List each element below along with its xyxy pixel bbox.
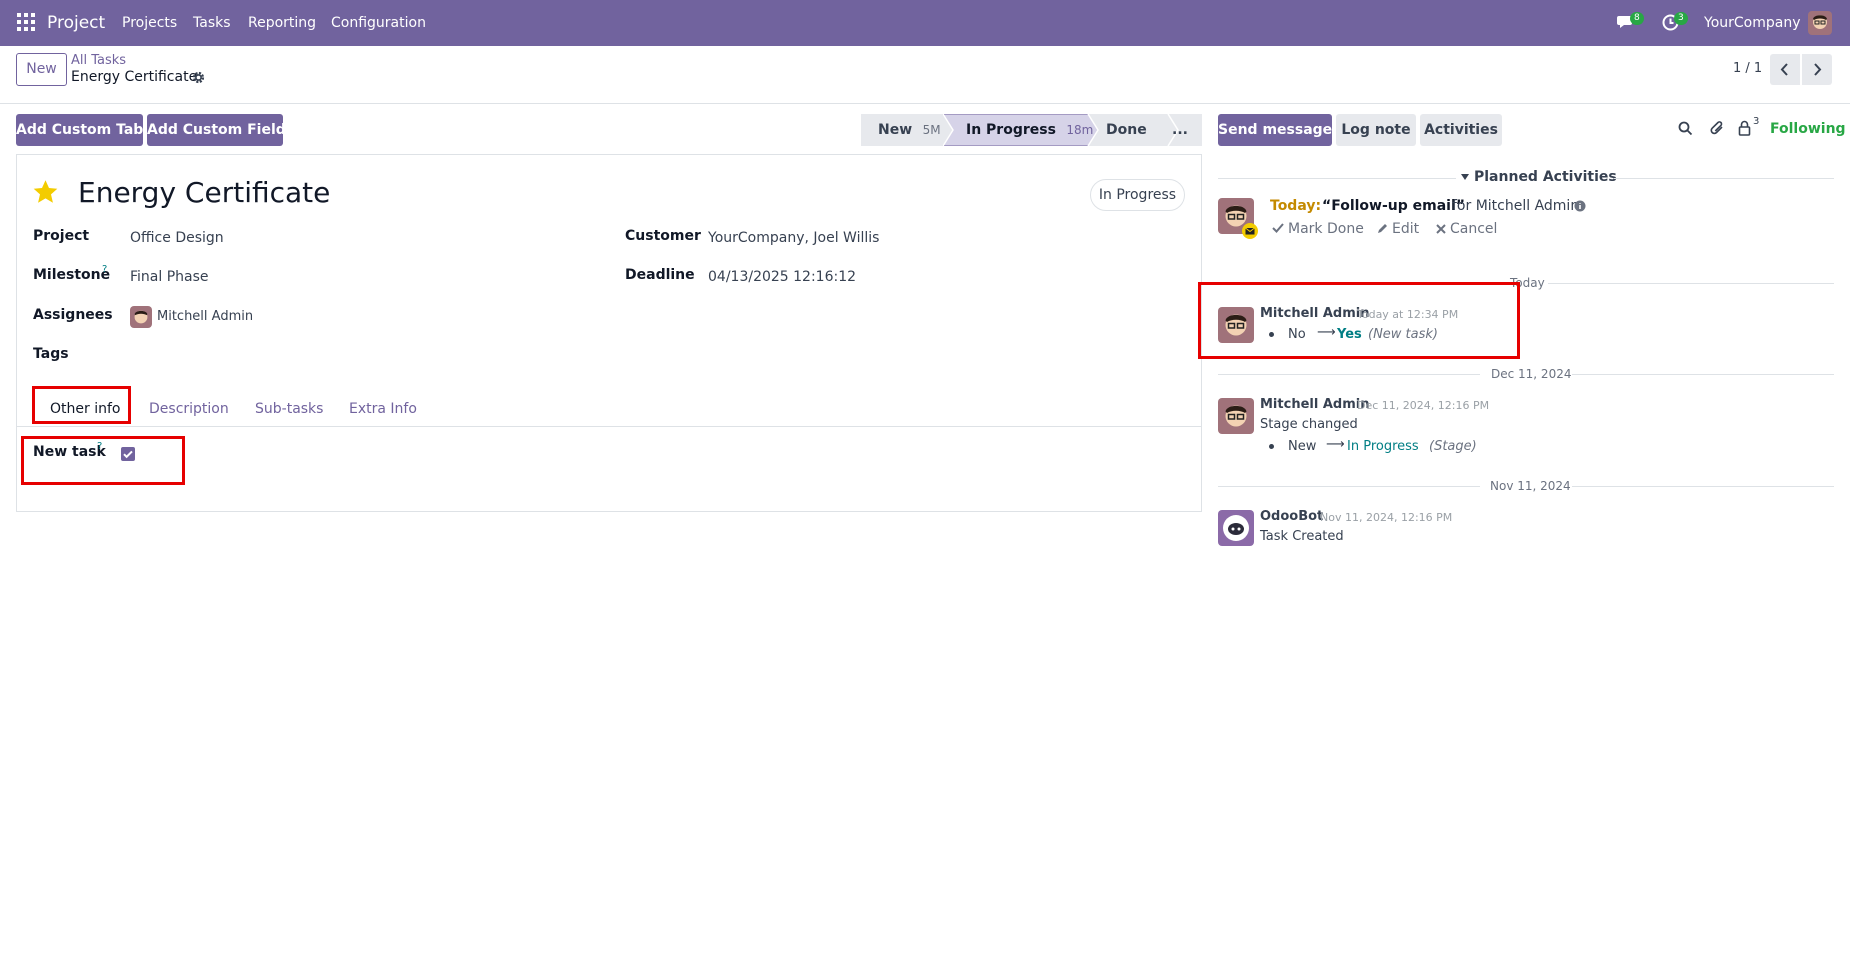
followers-lock-icon[interactable]	[1738, 120, 1751, 136]
message-author[interactable]: Mitchell Admin	[1260, 397, 1369, 412]
highlight-other-info-tab	[32, 386, 131, 424]
message-body: Stage changed	[1260, 417, 1358, 432]
caret-down-icon[interactable]	[1460, 173, 1470, 181]
message-date: Nov 11, 2024, 12:16 PM	[1320, 511, 1453, 524]
messages-count-badge: 8	[1630, 12, 1644, 25]
stage-in-progress[interactable]: In Progress 18m	[966, 114, 1093, 146]
activity-due: Today:	[1270, 198, 1322, 214]
search-icon[interactable]	[1678, 121, 1693, 136]
chevron-right-icon	[1814, 63, 1822, 76]
stage-new[interactable]: New 5M	[878, 114, 941, 146]
user-avatar[interactable]	[1808, 11, 1832, 35]
new-record-button[interactable]: New	[16, 53, 67, 86]
info-icon[interactable]	[1574, 200, 1586, 212]
tags-label: Tags	[33, 346, 69, 362]
stage-done[interactable]: Done	[1106, 114, 1147, 146]
tab-extra-info[interactable]: Extra Info	[349, 397, 417, 421]
menu-projects[interactable]: Projects	[122, 0, 177, 46]
cancel-activity-link[interactable]: Cancel	[1450, 221, 1497, 237]
separator-line	[1572, 374, 1834, 375]
bullet	[1269, 444, 1274, 449]
add-custom-tab-button[interactable]: Add Custom Tab	[16, 114, 143, 146]
control-panel	[0, 46, 1850, 104]
gear-icon[interactable]	[192, 71, 205, 84]
mark-done-link[interactable]: Mark Done	[1288, 221, 1364, 237]
email-activity-icon	[1242, 223, 1258, 239]
arrow-right-icon: ⟶	[1326, 437, 1345, 452]
menu-reporting[interactable]: Reporting	[248, 0, 316, 46]
separator-line	[1218, 374, 1480, 375]
message-author-avatar[interactable]	[1218, 398, 1254, 434]
tab-description[interactable]: Description	[149, 397, 229, 421]
milestone-help-icon[interactable]: ?	[102, 264, 107, 275]
project-field[interactable]: Office Design	[130, 230, 224, 246]
menu-configuration[interactable]: Configuration	[331, 0, 426, 46]
odoobot-avatar[interactable]	[1218, 510, 1254, 546]
assignee-name[interactable]: Mitchell Admin	[157, 309, 253, 324]
check-icon	[1272, 223, 1284, 233]
message-author[interactable]: OdooBot	[1260, 509, 1323, 524]
planned-divider-right	[1614, 178, 1834, 179]
assignees-label: Assignees	[33, 307, 113, 323]
followers-count: 3	[1753, 116, 1760, 127]
message-body: Task Created	[1260, 529, 1344, 544]
assignee-avatar	[130, 306, 152, 328]
separator-line	[1572, 486, 1834, 487]
menu-tasks[interactable]: Tasks	[193, 0, 231, 46]
activity-assignee: for Mitchell Admin	[1452, 198, 1580, 214]
customer-field[interactable]: YourCompany, Joel Willis	[708, 230, 879, 246]
close-icon	[1436, 224, 1446, 234]
activities-button[interactable]: Activities	[1420, 114, 1502, 146]
activity-summary: “Follow-up email”	[1322, 198, 1465, 214]
milestone-label: Milestone	[33, 267, 111, 283]
tracking-old-value: New	[1288, 439, 1317, 454]
edit-activity-link[interactable]: Edit	[1392, 221, 1419, 237]
breadcrumb-current: Energy Certificate	[71, 69, 198, 85]
app-name[interactable]: Project	[47, 0, 105, 46]
task-title[interactable]: Energy Certificate	[78, 176, 330, 209]
tab-sub-tasks[interactable]: Sub-tasks	[255, 397, 323, 421]
deadline-field[interactable]: 04/13/2025 12:16:12	[708, 269, 856, 285]
send-message-button[interactable]: Send message	[1218, 114, 1332, 146]
apps-menu-icon[interactable]	[17, 13, 35, 31]
log-note-button[interactable]: Log note	[1336, 114, 1416, 146]
planned-activities-title[interactable]: Planned Activities	[1474, 169, 1617, 185]
customer-label: Customer	[625, 228, 701, 244]
add-custom-field-button[interactable]: Add Custom Field	[147, 114, 286, 146]
top-navbar: Project Projects Tasks Reporting Configu…	[0, 0, 1850, 46]
chevron-left-icon	[1780, 63, 1788, 76]
separator-line	[1548, 283, 1834, 284]
breadcrumb-all-tasks[interactable]: All Tasks	[71, 53, 126, 68]
tracking-field: (Stage)	[1429, 439, 1477, 454]
project-label: Project	[33, 228, 90, 244]
pager-value[interactable]: 1 / 1	[1733, 61, 1762, 76]
pager-previous-button[interactable]	[1770, 54, 1800, 85]
message-date: Dec 11, 2024, 12:16 PM	[1357, 399, 1490, 412]
highlight-tracking-message	[1198, 282, 1520, 359]
separator-nov: Nov 11, 2024	[1490, 479, 1571, 493]
pencil-icon	[1378, 224, 1387, 233]
separator-dec: Dec 11, 2024	[1491, 367, 1572, 381]
tracking-new-value: In Progress	[1347, 439, 1419, 454]
deadline-label: Deadline	[625, 267, 695, 283]
planned-divider-left	[1218, 178, 1456, 179]
star-priority-icon[interactable]	[32, 179, 59, 205]
highlight-new-task-field	[21, 436, 185, 485]
pager-next-button[interactable]	[1802, 54, 1832, 85]
state-badge[interactable]: In Progress	[1090, 179, 1185, 211]
paperclip-icon[interactable]	[1710, 120, 1725, 136]
following-button[interactable]: Following	[1770, 121, 1846, 137]
tabs-divider	[16, 426, 1202, 427]
milestone-field[interactable]: Final Phase	[130, 269, 209, 285]
stage-more[interactable]: ...	[1172, 114, 1188, 146]
activities-count-badge: 3	[1674, 12, 1688, 25]
company-switcher[interactable]: YourCompany	[1704, 0, 1801, 46]
separator-line	[1218, 486, 1480, 487]
